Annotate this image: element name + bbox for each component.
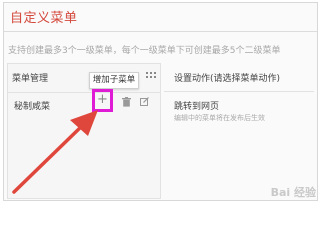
action-description: 编辑中的菜单将在发布后生效 (174, 114, 265, 122)
settings-header-label: 设置动作(请选择菜单动作) (174, 74, 281, 84)
page-title: 自定义菜单 (10, 11, 78, 26)
menu-item[interactable]: 秘制咸菜 (8, 92, 160, 118)
menu-panel-header: 菜单管理 增加子菜单 (8, 64, 160, 93)
action-title[interactable]: 跳转到网页 (174, 99, 219, 112)
trash-icon[interactable] (122, 97, 131, 107)
menu-limit-hint: 支持创建最多3个一级菜单，每个一级菜单下可创建最多5个二级菜单 (8, 46, 281, 56)
edit-icon[interactable] (140, 97, 149, 106)
title-divider (4, 31, 317, 32)
sort-grid-icon[interactable] (146, 71, 156, 81)
watermark-logo: Bai 经验 (270, 186, 316, 199)
plus-icon: + (97, 92, 108, 107)
action-settings-panel: 设置动作(请选择菜单动作) 跳转到网页 编辑中的菜单将在发布后生效 (164, 63, 314, 199)
menu-item-label: 秘制咸菜 (14, 102, 51, 112)
add-submenu-button[interactable]: + (92, 89, 113, 112)
settings-panel-header: 设置动作(请选择菜单动作) (164, 63, 314, 92)
menu-panel-header-label: 菜单管理 (12, 74, 49, 84)
menu-management-panel: 菜单管理 增加子菜单 秘制咸菜 (7, 63, 161, 199)
menu-editor-window: 自定义菜单 支持创建最多3个一级菜单，每个一级菜单下可创建最多5个二级菜单 菜单… (3, 2, 318, 201)
add-submenu-tooltip: 增加子菜单 (89, 72, 139, 89)
